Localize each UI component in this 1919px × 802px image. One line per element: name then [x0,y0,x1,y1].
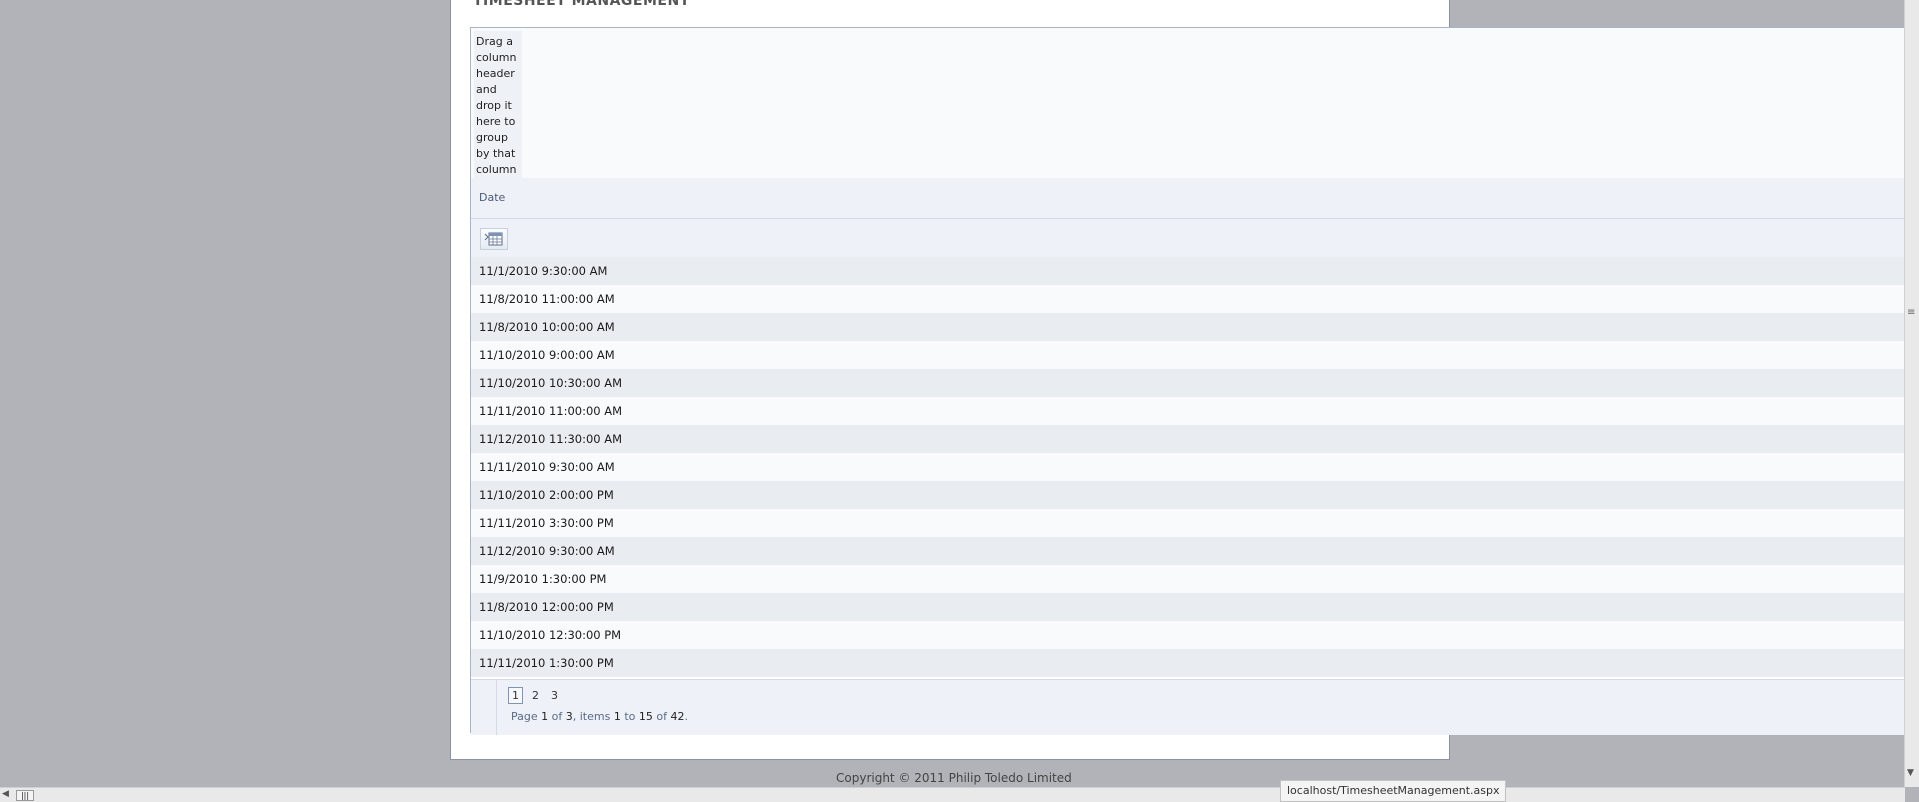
table-row[interactable]: 11/9/2010 1:30:00 PM [471,565,1905,593]
page-link-3[interactable]: 3 [548,688,561,703]
table-row[interactable]: 11/10/2010 10:30:00 AM [471,369,1905,397]
table-row[interactable]: 11/12/2010 9:30:00 AM [471,537,1905,565]
scroll-left-arrow-icon[interactable]: ◀ [2,789,9,799]
pager-info-label: to [624,710,636,723]
pager-info-label: , items [572,710,611,723]
pager-info-label: Page [511,710,538,723]
table-row[interactable]: 11/11/2010 1:30:00 PM [471,649,1905,677]
status-bar-url: localhost/TimesheetManagement.aspx [1280,780,1507,802]
group-panel[interactable]: Drag a column header and drop it here to… [471,28,1905,181]
column-header-date[interactable]: Date [479,191,505,204]
pager-total-items: 42 [670,710,685,723]
pager-info-label: of [656,710,667,723]
header-row: Date [471,178,1905,219]
vertical-scrollbar[interactable]: ≡ ▼ [1904,0,1919,787]
filter-row [471,219,1905,257]
pager-item-from: 1 [613,710,621,723]
table-row[interactable]: 11/12/2010 11:30:00 AM [471,425,1905,453]
page-link-2[interactable]: 2 [529,688,542,703]
timesheet-grid: Drag a column header and drop it here to… [470,27,1905,735]
table-row[interactable]: 11/8/2010 10:00:00 AM [471,313,1905,341]
pager-current-page: 1 [541,710,549,723]
table-row[interactable]: 11/10/2010 2:00:00 PM [471,481,1905,509]
horizontal-scrollbar[interactable]: ◀ ||| [0,787,1905,802]
table-row[interactable]: 11/10/2010 12:30:00 PM [471,621,1905,649]
table-row[interactable]: 11/11/2010 9:30:00 AM [471,453,1905,481]
group-hint: Drag a column header and drop it here to… [474,31,522,181]
pager-info-label: of [551,710,563,723]
scroll-down-arrow-icon[interactable]: ▼ [1907,768,1914,778]
pager: 123 Page 1 of 3, items 1 to 15 of 42. [471,679,1905,735]
table-row[interactable]: 11/8/2010 11:00:00 AM [471,285,1905,313]
table-row[interactable]: 11/1/2010 9:30:00 AM [471,257,1905,285]
grid-rows: 11/1/2010 9:30:00 AM 11/8/2010 11:00:00 … [471,257,1905,677]
table-row[interactable]: 11/11/2010 3:30:00 PM [471,509,1905,537]
scroll-thumb[interactable]: ||| [16,790,34,801]
copyright-text: Copyright © 2011 Philip Toledo Limited [836,771,1072,785]
table-row[interactable]: 11/8/2010 12:00:00 PM [471,593,1905,621]
pager-total-pages: 3 [565,710,573,723]
page-link-1[interactable]: 1 [508,687,523,704]
table-row[interactable]: 11/10/2010 9:00:00 AM [471,341,1905,369]
pager-spacer [471,680,497,735]
page-links: 123 [508,687,567,704]
table-row[interactable]: 11/11/2010 11:00:00 AM [471,397,1905,425]
calendar-filter-icon[interactable] [480,228,508,250]
pager-item-to: 15 [638,710,653,723]
pager-info: Page 1 of 3, items 1 to 15 of 42. [511,710,688,723]
page-title: TIMESHEET MANAGEMENT [473,0,690,9]
pager-info-label: . [684,710,688,723]
scroll-grip-icon[interactable]: ≡ [1907,307,1915,318]
